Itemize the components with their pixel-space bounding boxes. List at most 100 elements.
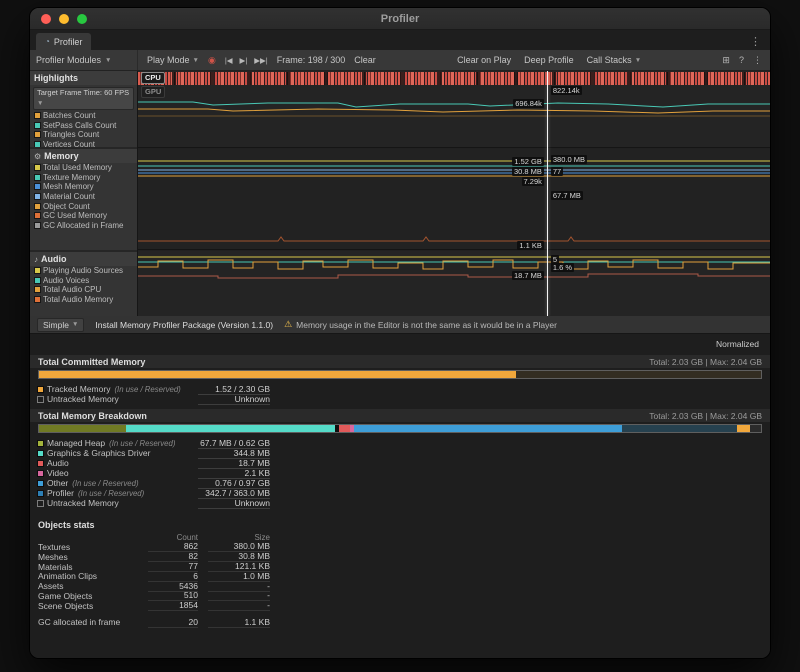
playhead[interactable] xyxy=(547,71,548,316)
legend-swatch xyxy=(38,387,43,392)
legend-value: Unknown xyxy=(198,394,270,405)
clear-button[interactable]: Clear xyxy=(354,55,376,65)
counter-swatch xyxy=(35,194,40,199)
tab-profiler[interactable]: ◔ Profiler xyxy=(36,33,91,50)
context-menu-icon[interactable]: ⋮ xyxy=(753,55,762,66)
counter-swatch xyxy=(35,113,40,118)
current-frame-button[interactable]: ▶▶| xyxy=(254,56,267,65)
target-frame-time-dropdown[interactable]: Target Frame Time: 60 FPS ▼ xyxy=(33,87,134,110)
counter-label: GC Used Memory xyxy=(43,211,107,220)
profiler-window: Profiler ◔ Profiler ⋮ Profiler Modules ▼… xyxy=(30,8,770,658)
counter-mesh-memory[interactable]: Mesh Memory xyxy=(30,182,137,192)
bar-segment xyxy=(737,425,750,432)
profiler-gauge-icon: ◔ xyxy=(45,37,50,46)
memory-breakdown-legend: Managed Heap(In use / Reserved)67.7 MB /… xyxy=(38,438,762,508)
editor-memory-warning: ⚠ Memory usage in the Editor is not the … xyxy=(284,319,557,330)
counter-swatch xyxy=(35,142,40,147)
deep-profile-button[interactable]: Deep Profile xyxy=(524,55,574,65)
section-totals: Total: 2.03 GB | Max: 2.04 GB xyxy=(649,357,762,367)
counter-label: Batches Count xyxy=(43,111,95,120)
counter-swatch xyxy=(35,184,40,189)
view-mode-dropdown[interactable]: Simple ▼ xyxy=(37,318,84,332)
legend-managed-heap: Managed Heap(In use / Reserved)67.7 MB /… xyxy=(38,438,270,448)
counter-total-used-memory[interactable]: Total Used Memory xyxy=(30,163,137,173)
chevron-down-icon: ▼ xyxy=(105,57,111,64)
tab-context-menu-icon[interactable]: ⋮ xyxy=(741,35,770,50)
legend-label: Video xyxy=(47,468,69,478)
legend-swatch xyxy=(38,397,43,402)
next-frame-button[interactable]: ▶| xyxy=(240,56,248,65)
legend-swatch xyxy=(38,501,43,506)
chevron-down-icon: ▼ xyxy=(193,57,199,64)
committed-memory-header: Total Committed Memory Total: 2.03 GB | … xyxy=(30,355,770,368)
view-mode-label: Simple xyxy=(43,319,69,331)
toolbar-toggles: Clear on Play Deep Profile Call Stacks ▼ xyxy=(457,55,641,65)
stat-label: Materials xyxy=(38,562,148,572)
counter-total-audio-memory[interactable]: Total Audio Memory xyxy=(30,295,137,305)
clear-on-play-button[interactable]: Clear on Play xyxy=(457,55,511,65)
stat-count: 1854 xyxy=(148,600,198,611)
install-package-link[interactable]: Install Memory Profiler Package (Version… xyxy=(95,320,273,330)
counter-audio-voices[interactable]: Audio Voices xyxy=(30,276,137,286)
prev-frame-button[interactable]: |◀ xyxy=(225,56,233,65)
record-button[interactable]: ◉ xyxy=(208,55,216,66)
memory-details-panel: Normalized Total Committed Memory Total:… xyxy=(30,334,770,658)
objects-stats-title: Objects stats xyxy=(38,520,762,532)
stat-label: Textures xyxy=(38,542,148,552)
counter-batches-count[interactable]: Batches Count xyxy=(30,111,137,121)
legend-note: (In use / Reserved) xyxy=(78,489,144,498)
module-header-audio[interactable]: ♪Audio xyxy=(30,252,137,266)
titlebar[interactable]: Profiler xyxy=(30,8,770,30)
counter-playing-audio-sources[interactable]: Playing Audio Sources xyxy=(30,266,137,276)
counter-gc-used-memory[interactable]: GC Used Memory xyxy=(30,211,137,221)
stat-label: Assets xyxy=(38,581,148,591)
call-stacks-dropdown[interactable]: Call Stacks ▼ xyxy=(587,55,641,65)
counter-total-audio-cpu[interactable]: Total Audio CPU xyxy=(30,285,137,295)
counter-swatch xyxy=(35,132,40,137)
legend-swatch xyxy=(38,441,43,446)
legend-untracked-memory: Untracked MemoryUnknown xyxy=(38,498,270,508)
counter-setpass-calls-count[interactable]: SetPass Calls Count xyxy=(30,121,137,131)
counter-swatch xyxy=(35,268,40,273)
play-mode-dropdown[interactable]: Play Mode ▼ xyxy=(147,55,199,65)
legend-graphics-graphics-driver: Graphics & Graphics Driver344.8 MB xyxy=(38,448,270,458)
legend-label: Other xyxy=(47,478,68,488)
stat-size: - xyxy=(208,600,270,611)
counter-triangles-count[interactable]: Triangles Count xyxy=(30,130,137,140)
help-icon[interactable]: ? xyxy=(739,55,744,66)
toolbar-icons: ⊞ ? ⋮ xyxy=(722,55,764,66)
gpu-toggle[interactable]: GPU xyxy=(141,86,165,98)
layout-icon[interactable]: ⊞ xyxy=(722,55,730,66)
chart-region: Highlights Target Frame Time: 60 FPS ▼Bat… xyxy=(30,71,770,316)
profiler-modules-dropdown[interactable]: Profiler Modules ▼ xyxy=(36,50,138,70)
legend-label: Graphics & Graphics Driver xyxy=(47,448,150,458)
legend-other: Other(In use / Reserved)0.76 / 0.97 GB xyxy=(38,478,270,488)
section-title: Total Memory Breakdown xyxy=(38,411,147,421)
bar-segment xyxy=(126,425,335,432)
cpu-toggle[interactable]: CPU xyxy=(141,72,165,84)
legend-label: Managed Heap xyxy=(47,438,105,448)
size-column-header: Size xyxy=(208,533,270,542)
stat-label: Meshes xyxy=(38,552,148,562)
counter-gc-allocated-in-frame[interactable]: GC Allocated in Frame xyxy=(30,221,137,231)
committed-memory-bar xyxy=(38,370,762,379)
counter-label: Total Audio CPU xyxy=(43,285,101,294)
counter-vertices-count[interactable]: Vertices Count xyxy=(30,140,137,147)
legend-label: Tracked Memory xyxy=(47,384,110,394)
counter-texture-memory[interactable]: Texture Memory xyxy=(30,173,137,183)
legend-profiler: Profiler(In use / Reserved)342.7 / 363.0… xyxy=(38,488,270,498)
stat-label: Game Objects xyxy=(38,591,148,601)
module-header-highlights[interactable]: Highlights xyxy=(30,71,137,85)
frame-counter: Frame: 198 / 300 xyxy=(277,55,346,65)
counter-object-count[interactable]: Object Count xyxy=(30,201,137,211)
module-header-memory[interactable]: ⚙Memory xyxy=(30,149,137,163)
chart-area[interactable]: CPU GPU 822.14k696.84k380.0 MB1.52 GB773… xyxy=(138,71,770,316)
bar-segment xyxy=(516,371,761,378)
normalized-toggle[interactable]: Normalized xyxy=(713,339,762,349)
profiler-modules-label: Profiler Modules xyxy=(36,55,101,65)
committed-memory-legend: Tracked Memory(In use / Reserved)1.52 / … xyxy=(38,384,762,404)
chevron-down-icon: ▼ xyxy=(635,57,641,64)
counter-swatch xyxy=(35,297,40,302)
chart-lines xyxy=(138,71,770,316)
counter-material-count[interactable]: Material Count xyxy=(30,192,137,202)
